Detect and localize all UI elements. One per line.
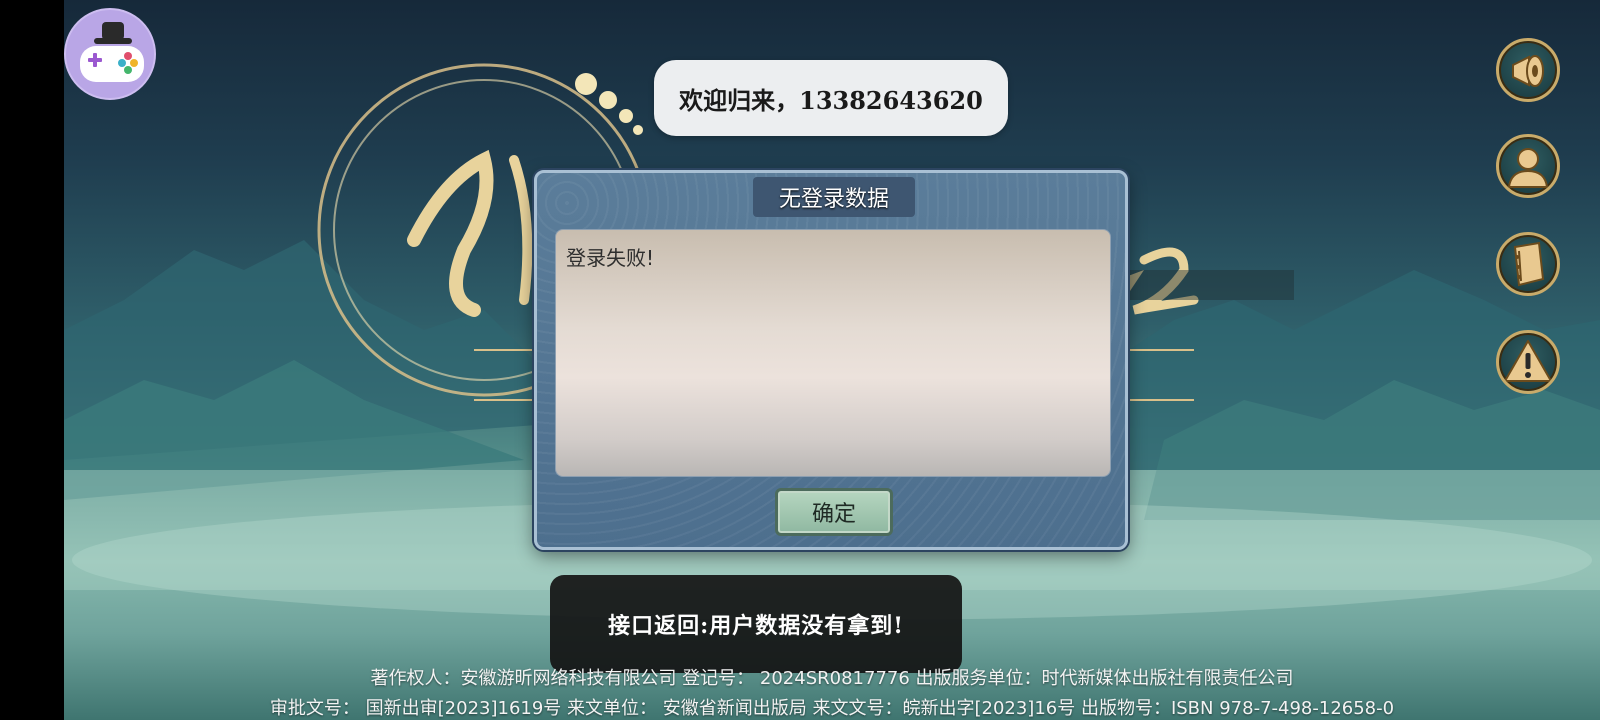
player-avatar[interactable] [64, 8, 156, 100]
warning-icon [1504, 340, 1552, 382]
copyright-line-2: 审批文号： 国新出审[2023]1619号 来文单位： 安徽省新闻出版局 来文文… [269, 698, 1395, 719]
error-toast: 接口返回:用户数据没有拿到! [550, 575, 962, 673]
warning-button[interactable] [1496, 330, 1560, 394]
gamepad-hat-avatar-icon [80, 22, 144, 82]
welcome-toast: 欢迎归来，13382643620 [654, 60, 1008, 136]
account-icon [1507, 148, 1549, 188]
notice-book-icon [1513, 241, 1545, 287]
login-error-dialog: 无登录数据 登录失败! 确定 [534, 170, 1128, 550]
announcement-button[interactable] [1496, 38, 1560, 102]
account-button[interactable] [1496, 134, 1560, 198]
left-black-bar [0, 0, 64, 720]
notice-button[interactable] [1496, 232, 1560, 296]
dialog-title: 无登录数据 [753, 177, 915, 217]
announcement-icon [1512, 55, 1544, 87]
confirm-button[interactable]: 确定 [775, 488, 893, 536]
copyright-line-1: 著作权人：安徽游昕网络科技有限公司 登记号： 2024SR0817776 出版服… [370, 668, 1294, 689]
dialog-message: 登录失败! [555, 229, 1111, 477]
